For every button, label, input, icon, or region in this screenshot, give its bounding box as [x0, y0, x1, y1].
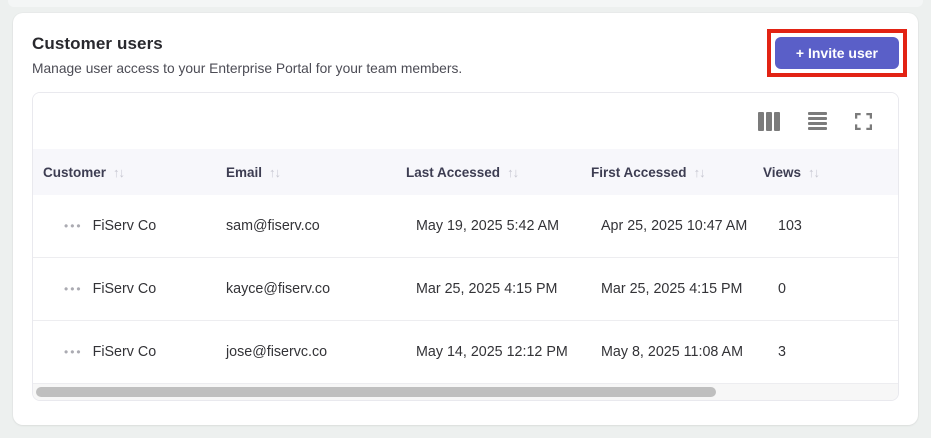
column-label: Customer — [43, 164, 107, 180]
table-row: ••• FiServ Co kayce@fiserv.co Mar 25, 20… — [33, 258, 898, 321]
table-header-row: Customer ↑↓ Email ↑↓ Last Accessed ↑↓ Fi… — [33, 149, 898, 195]
first-accessed-cell: Apr 25, 2025 10:47 AM — [601, 218, 748, 234]
sort-icon: ↑↓ — [507, 164, 519, 180]
first-accessed-cell: May 8, 2025 11:08 AM — [601, 344, 743, 360]
customer-name: FiServ Co — [92, 281, 157, 297]
horizontal-scrollbar[interactable] — [33, 384, 898, 400]
table-row: ••• FiServ Co jose@fiservc.co May 14, 20… — [33, 321, 898, 384]
column-header-views[interactable]: Views ↑↓ — [763, 165, 898, 180]
column-label: Last Accessed — [406, 164, 501, 180]
sort-icon: ↑↓ — [269, 164, 281, 180]
column-header-last-accessed[interactable]: Last Accessed ↑↓ — [406, 165, 591, 180]
annotation-highlight-box: + Invite user — [766, 29, 907, 77]
customer-name: FiServ Co — [92, 344, 157, 360]
invite-user-button[interactable]: + Invite user — [774, 37, 899, 69]
row-actions-menu-icon[interactable]: ••• — [64, 283, 83, 295]
row-density-icon[interactable] — [806, 110, 829, 132]
columns-icon-glyph — [758, 111, 780, 131]
column-header-email[interactable]: Email ↑↓ — [226, 165, 406, 180]
column-label: Email — [226, 164, 263, 180]
email-cell: sam@fiserv.co — [226, 218, 320, 234]
page-title: Customer users — [32, 34, 163, 53]
row-actions-menu-icon[interactable]: ••• — [64, 346, 83, 358]
users-table: Customer ↑↓ Email ↑↓ Last Accessed ↑↓ Fi… — [32, 92, 899, 401]
column-label: Views — [763, 164, 802, 180]
customer-name: FiServ Co — [92, 218, 157, 234]
customer-users-card: Customer users Manage user access to you… — [13, 13, 918, 425]
sort-icon: ↑↓ — [113, 164, 125, 180]
card-header: Customer users Manage user access to you… — [32, 29, 907, 77]
customer-cell: ••• FiServ Co — [43, 218, 226, 234]
last-accessed-cell: Mar 25, 2025 4:15 PM — [416, 281, 558, 297]
table-row: ••• FiServ Co sam@fiserv.co May 19, 2025… — [33, 195, 898, 258]
column-label: First Accessed — [591, 164, 687, 180]
scrollbar-thumb[interactable] — [36, 387, 716, 397]
top-strip — [8, 0, 923, 7]
page-subtitle: Manage user access to your Enterprise Po… — [32, 61, 463, 76]
email-cell: kayce@fiserv.co — [226, 281, 331, 297]
views-cell: 103 — [778, 218, 802, 234]
customer-cell: ••• FiServ Co — [43, 281, 226, 297]
heading-block: Customer users Manage user access to you… — [32, 34, 462, 76]
row-density-icon-glyph — [808, 112, 827, 130]
fullscreen-icon-glyph — [855, 112, 872, 130]
last-accessed-cell: May 14, 2025 12:12 PM — [416, 344, 568, 360]
views-cell: 0 — [778, 281, 786, 297]
customer-cell: ••• FiServ Co — [43, 344, 226, 360]
fullscreen-icon[interactable] — [853, 111, 874, 132]
last-accessed-cell: May 19, 2025 5:42 AM — [416, 218, 560, 234]
sort-icon: ↑↓ — [808, 164, 820, 180]
column-header-first-accessed[interactable]: First Accessed ↑↓ — [591, 165, 763, 180]
column-header-customer[interactable]: Customer ↑↓ — [43, 165, 226, 180]
first-accessed-cell: Mar 25, 2025 4:15 PM — [601, 281, 743, 297]
views-cell: 3 — [778, 344, 786, 360]
columns-icon[interactable] — [756, 110, 782, 133]
row-actions-menu-icon[interactable]: ••• — [64, 220, 83, 232]
table-toolbar — [33, 93, 898, 149]
sort-icon: ↑↓ — [693, 164, 706, 180]
email-cell: jose@fiservc.co — [226, 344, 328, 360]
